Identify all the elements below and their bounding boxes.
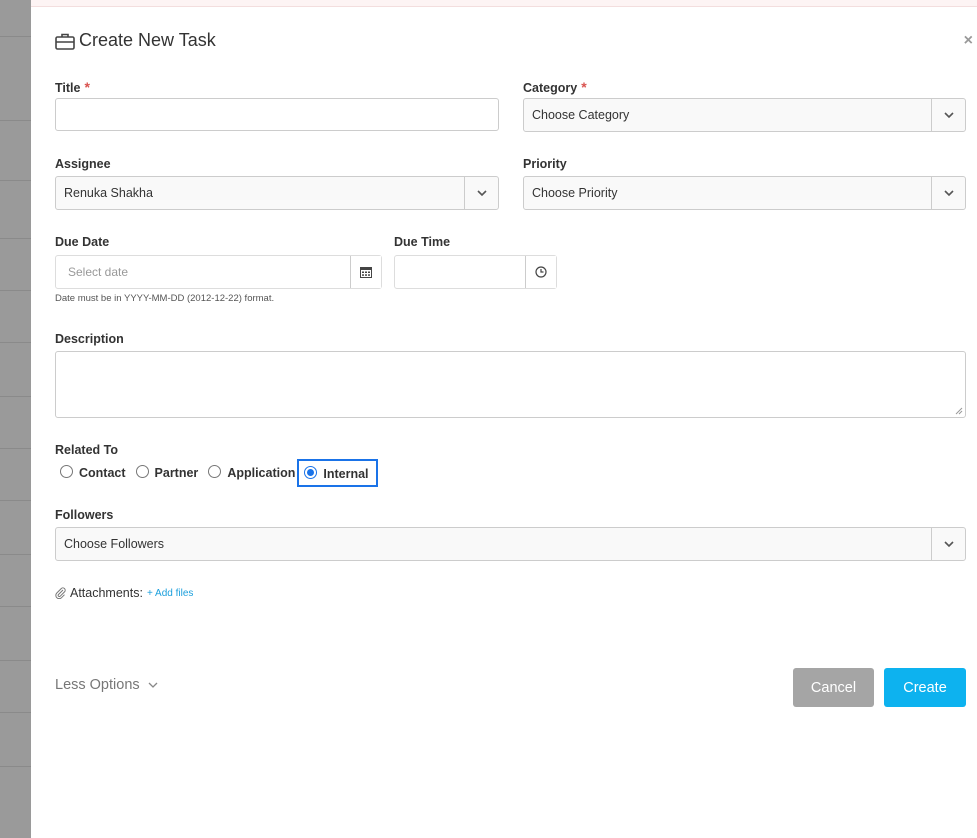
attachments-row: Attachments: + Add files bbox=[55, 586, 193, 600]
modal-header: Create New Task bbox=[55, 30, 216, 51]
title-input[interactable] bbox=[55, 98, 499, 131]
paperclip-icon bbox=[55, 587, 66, 599]
due-date-placeholder: Select date bbox=[68, 265, 129, 279]
due-date-input[interactable]: Select date bbox=[55, 255, 382, 289]
briefcase-icon bbox=[55, 33, 75, 50]
radio-internal[interactable]: Internal bbox=[297, 459, 378, 487]
add-files-link[interactable]: + Add files bbox=[147, 588, 193, 599]
modal-top-border bbox=[31, 0, 977, 7]
radio-internal-label: Internal bbox=[323, 467, 369, 481]
modal-title: Create New Task bbox=[79, 30, 216, 50]
category-label: Category * bbox=[523, 79, 587, 95]
cancel-button[interactable]: Cancel bbox=[793, 668, 874, 707]
chevron-down-icon bbox=[148, 682, 158, 688]
due-time-input[interactable] bbox=[394, 255, 557, 289]
assignee-select[interactable]: Renuka Shakha bbox=[55, 176, 499, 210]
priority-value: Choose Priority bbox=[532, 186, 618, 200]
followers-label: Followers bbox=[55, 508, 114, 522]
calendar-icon[interactable] bbox=[350, 256, 381, 288]
chevron-down-icon bbox=[931, 528, 965, 560]
followers-value: Choose Followers bbox=[64, 537, 165, 551]
category-select[interactable]: Choose Category bbox=[523, 98, 966, 132]
chevron-down-icon bbox=[931, 177, 965, 209]
assignee-value: Renuka Shakha bbox=[64, 186, 153, 200]
radio-application[interactable]: Application bbox=[208, 464, 296, 480]
radio-application-label: Application bbox=[227, 466, 296, 480]
due-date-label: Due Date bbox=[55, 235, 110, 249]
followers-select[interactable]: Choose Followers bbox=[55, 527, 966, 561]
resize-grip-icon[interactable] bbox=[955, 407, 963, 415]
less-options-toggle[interactable]: Less Options bbox=[55, 677, 158, 693]
radio-circle[interactable] bbox=[135, 464, 149, 478]
less-options-label: Less Options bbox=[55, 677, 140, 693]
clock-icon[interactable] bbox=[525, 256, 556, 288]
category-value: Choose Category bbox=[532, 108, 630, 122]
required-marker: * bbox=[84, 79, 90, 95]
radio-circle-selected[interactable] bbox=[304, 465, 318, 479]
due-date-hint: Date must be in YYYY-MM-DD (2012-12-22) … bbox=[55, 293, 275, 304]
radio-circle[interactable] bbox=[208, 464, 222, 478]
create-task-modal: Create New Task × Title * Category * Choos… bbox=[31, 0, 977, 838]
assignee-label: Assignee bbox=[55, 157, 111, 171]
radio-circle[interactable] bbox=[60, 464, 73, 478]
chevron-down-icon bbox=[931, 99, 965, 131]
due-time-label: Due Time bbox=[394, 235, 451, 249]
required-marker: * bbox=[581, 79, 587, 95]
title-label: Title * bbox=[55, 79, 90, 95]
attachments-label: Attachments: bbox=[70, 586, 143, 600]
priority-select[interactable]: Choose Priority bbox=[523, 176, 966, 210]
radio-contact-label: Contact bbox=[79, 466, 126, 480]
close-icon[interactable]: × bbox=[964, 32, 973, 50]
radio-partner-label: Partner bbox=[154, 466, 199, 480]
radio-partner[interactable]: Partner bbox=[135, 464, 199, 480]
radio-contact[interactable]: Contact bbox=[60, 464, 126, 480]
related-to-label: Related To bbox=[55, 443, 118, 457]
due-time-value bbox=[395, 256, 525, 288]
description-label: Description bbox=[55, 332, 124, 346]
modal-backdrop bbox=[0, 0, 31, 838]
description-textarea[interactable] bbox=[55, 351, 966, 418]
chevron-down-icon bbox=[464, 177, 498, 209]
related-to-group: Contact Partner Application Internal bbox=[55, 459, 388, 487]
priority-label: Priority bbox=[523, 157, 567, 171]
create-button[interactable]: Create bbox=[884, 668, 966, 707]
